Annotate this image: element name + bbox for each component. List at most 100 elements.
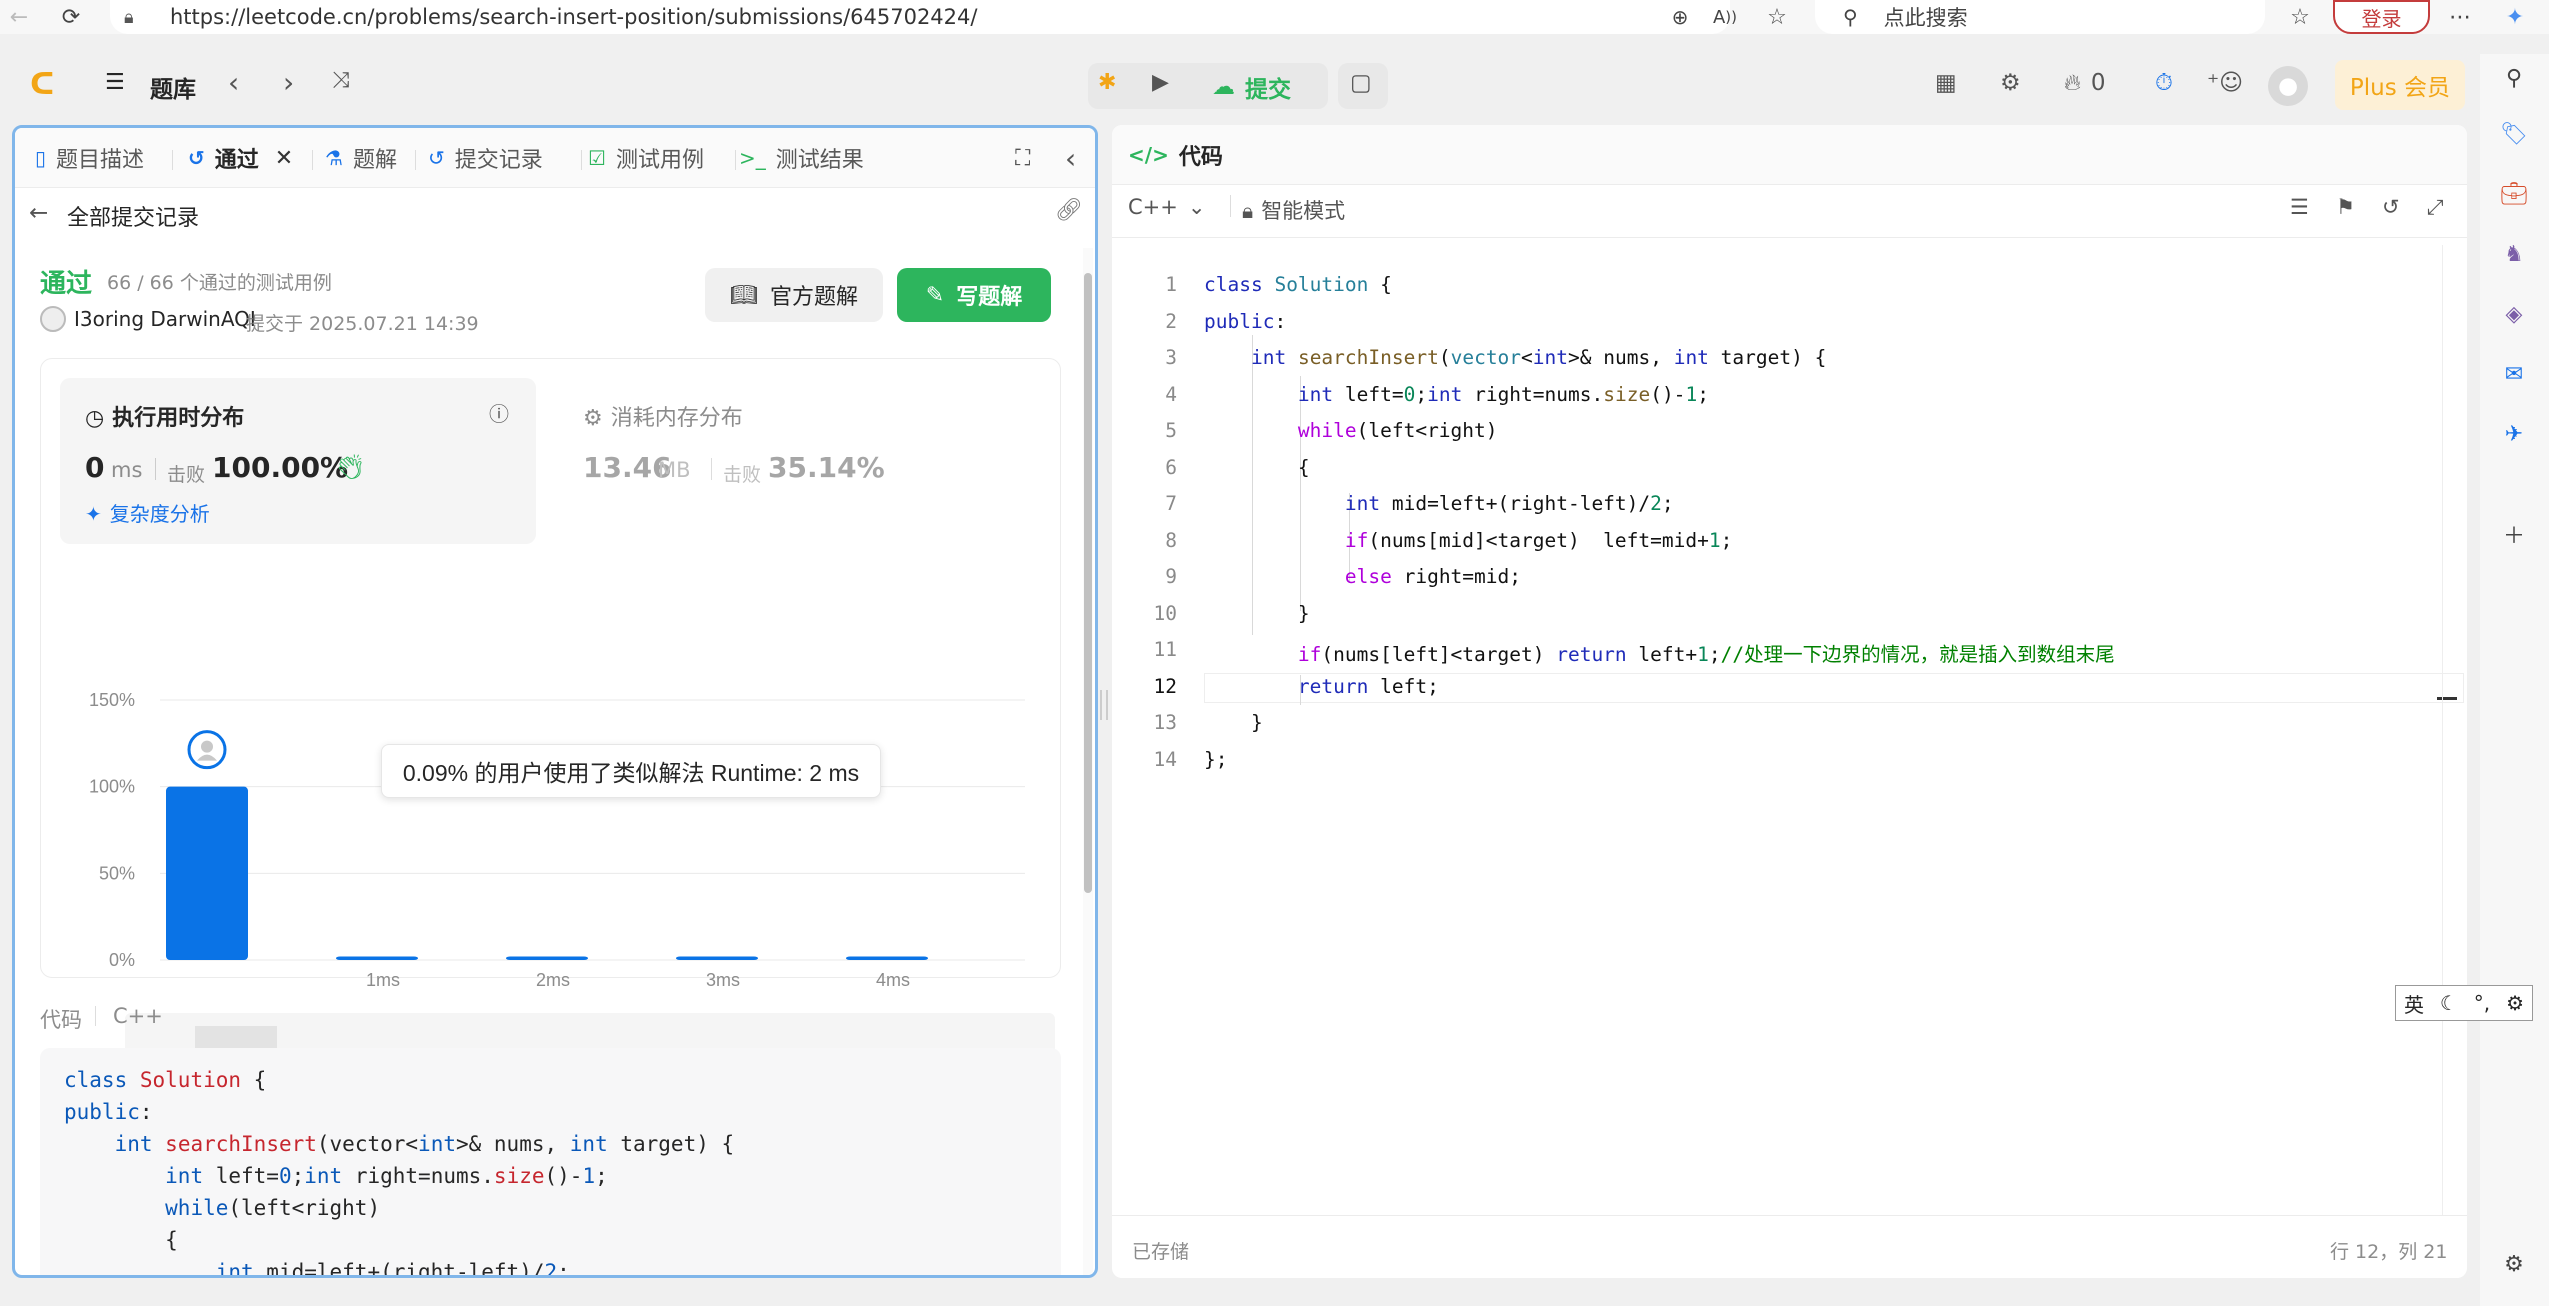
submitted-code[interactable]: class Solution { public: int searchInser…	[40, 1048, 1061, 1275]
reset-icon[interactable]: ↺	[2382, 195, 2400, 219]
timer-icon[interactable]: ⏱	[2155, 70, 2173, 96]
line-number: 13	[1153, 711, 1177, 734]
streak-counter[interactable]: 🔥︎ 0	[2064, 70, 2106, 96]
code-line[interactable]: }	[1204, 602, 1310, 625]
username[interactable]: I3oring DarwinAQI	[74, 307, 256, 331]
collapse-icon[interactable]: ‹	[1065, 128, 1076, 188]
preview-line: public	[64, 1100, 140, 1124]
read-aloud-icon[interactable]: A))	[1710, 2, 1740, 32]
line-number: 7	[1165, 492, 1177, 515]
ime-toolbar[interactable]: 英 ☾ °, ⚙	[2395, 985, 2533, 1021]
panel-resize-handle[interactable]	[1100, 690, 1108, 720]
tab-testcases[interactable]: ☑ 测试用例	[588, 128, 704, 188]
add-friend-icon[interactable]: ⁺☺	[2207, 70, 2243, 96]
line-number: 8	[1165, 528, 1177, 552]
submit-button[interactable]: ☁ 提交	[1212, 70, 1291, 104]
browser-search-box[interactable]: ⚲ 点此搜索	[1815, 0, 2265, 34]
briefcase-icon[interactable]: 💼︎	[2500, 180, 2528, 208]
expand-icon[interactable]: ⤢	[2427, 195, 2444, 220]
zoom-icon[interactable]: ⊕	[1665, 2, 1695, 32]
back-arrow-icon[interactable]: ←	[29, 200, 48, 226]
avatar[interactable]: ●	[2268, 66, 2308, 106]
favorites-icon[interactable]: ☆	[2285, 2, 2315, 32]
code-line[interactable]: };	[1204, 748, 1227, 771]
favorite-star-icon[interactable]: ☆	[1762, 2, 1792, 32]
line-number: 12	[1153, 674, 1177, 698]
note-icon[interactable]: ▢	[1350, 70, 1372, 96]
random-problem-icon[interactable]: ⤨	[332, 68, 350, 93]
user-avatar[interactable]	[40, 306, 66, 332]
write-solution-button[interactable]: ✎ 写题解	[897, 268, 1051, 322]
copilot-icon[interactable]: ✦	[2500, 2, 2530, 32]
code-line[interactable]: public:	[1204, 310, 1286, 333]
smart-mode-toggle[interactable]: 🔒︎ 智能模式	[1230, 195, 1345, 225]
code-line[interactable]: {	[1204, 456, 1310, 479]
code-line[interactable]: }	[1204, 711, 1263, 734]
refresh-icon[interactable]: ⟳	[56, 2, 86, 32]
m365-icon[interactable]: ◈	[2500, 300, 2528, 328]
code-editor[interactable]: 1 class Solution {2 public: 3 int searchIns…	[1112, 245, 2467, 1215]
info-icon[interactable]: ⓘ	[489, 398, 509, 427]
back-icon[interactable]: ←	[4, 2, 34, 32]
complexity-analysis-link[interactable]: ✦ 复杂度分析	[85, 498, 210, 527]
login-button[interactable]: 登录	[2333, 0, 2430, 34]
prev-problem-icon[interactable]: ‹	[228, 66, 239, 99]
address-bar[interactable]: 🔒︎ https://leetcode.cn/problems/search-i…	[110, 0, 1730, 34]
next-problem-icon[interactable]: ›	[283, 66, 294, 99]
code-line[interactable]: int left=0;int right=nums.size()-1;	[1204, 383, 1709, 406]
all-submissions-link[interactable]: 全部提交记录	[67, 200, 199, 232]
code-line[interactable]: int searchInsert(vector<int>& nums, int …	[1204, 346, 1826, 369]
test-case-summary: 66 / 66 个通过的测试用例	[107, 272, 332, 294]
scrollbar-thumb[interactable]	[1084, 273, 1092, 893]
debug-icon[interactable]: ✱	[1098, 70, 1116, 95]
code-line[interactable]: if(nums[left]<target) return left+1;//处理…	[1204, 638, 2115, 667]
tag-icon[interactable]: 🏷︎	[2500, 120, 2528, 148]
code-line[interactable]: class Solution {	[1204, 273, 1392, 296]
problem-list-link[interactable]: 题库	[150, 70, 196, 104]
fullscreen-icon[interactable]: ⛶	[1015, 128, 1030, 188]
link-icon[interactable]: 🔗︎	[1055, 198, 1083, 223]
memory-beats-label: 击败	[723, 464, 762, 486]
code-line[interactable]: else right=mid;	[1204, 565, 1521, 588]
code-line[interactable]: int mid=left+(right-left)/2;	[1204, 492, 1674, 515]
chess-icon[interactable]: ♞	[2500, 240, 2528, 268]
settings-icon[interactable]: ⚙	[2500, 1250, 2528, 1278]
plus-member-button[interactable]: Plus 会员	[2335, 60, 2465, 110]
chart-bar	[336, 956, 418, 960]
run-icon[interactable]: ▶	[1152, 70, 1169, 95]
settings-icon[interactable]: ⚙	[2506, 991, 2524, 1015]
tab-solutions[interactable]: ⚗ 题解	[325, 128, 397, 188]
tab-test-result[interactable]: >_ 测试结果	[739, 128, 864, 188]
list-icon[interactable]: ☰	[105, 70, 125, 95]
lock-icon: 🔒︎	[1242, 199, 1254, 223]
code-line[interactable]: if(nums[mid]<target) left=mid+1;	[1204, 529, 1732, 552]
settings-icon[interactable]: ⚙	[2000, 70, 2021, 96]
memory-title[interactable]: ⚙ 消耗内存分布	[583, 400, 743, 432]
smart-mode-label: 智能模式	[1261, 199, 1346, 223]
search-icon[interactable]: ⚲	[2500, 64, 2528, 92]
preview-token: int	[418, 1132, 456, 1156]
outlook-icon[interactable]: ✉	[2500, 360, 2528, 388]
tab-code[interactable]: </> 代码	[1128, 125, 1223, 185]
layout-icon[interactable]: ▦	[1935, 70, 1957, 96]
language-select[interactable]: C++ ⌄	[1128, 195, 1205, 219]
close-icon[interactable]: ✕	[275, 146, 293, 171]
moon-icon[interactable]: ☾	[2440, 991, 2458, 1015]
more-icon[interactable]: ⋯	[2445, 2, 2475, 32]
send-icon[interactable]: ✈	[2500, 420, 2528, 448]
y-tick-label: 50%	[99, 863, 135, 883]
leetcode-logo-icon[interactable]: ᑕ	[30, 66, 66, 102]
code-line[interactable]: return left;	[1204, 675, 1439, 698]
official-solution-button[interactable]: 📖︎ 官方题解	[705, 268, 883, 322]
format-icon[interactable]: ☰	[2290, 195, 2309, 219]
tab-description[interactable]: ▯ 题目描述	[35, 128, 144, 188]
punctuation-icon[interactable]: °,	[2474, 991, 2490, 1015]
add-icon[interactable]: ＋	[2500, 520, 2528, 549]
tab-submissions[interactable]: ↺ 提交记录	[428, 128, 543, 188]
code-line[interactable]: while(left<right)	[1204, 419, 1498, 442]
bookmark-icon[interactable]: ⚑	[2336, 195, 2355, 219]
ime-lang[interactable]: 英	[2404, 989, 2424, 1018]
write-solution-label: 写题解	[956, 285, 1023, 310]
tab-accepted[interactable]: ↺ 通过 ✕	[188, 128, 293, 188]
history-icon: ↺	[428, 146, 445, 170]
